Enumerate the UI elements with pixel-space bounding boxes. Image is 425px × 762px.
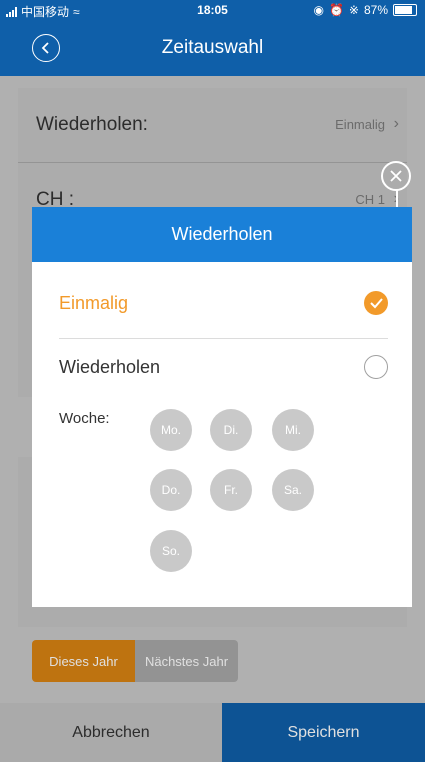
close-connector — [396, 190, 398, 207]
bluetooth-icon: ※ — [348, 3, 359, 17]
status-bar: 中国移动 ≈ 18:05 ◉ ⏰ ※ 87% — [0, 0, 425, 20]
day-button-do[interactable]: Do. — [150, 469, 192, 511]
option-once[interactable]: Einmalig — [59, 283, 388, 323]
day-button-sa[interactable]: Sa. — [272, 469, 314, 511]
page-title: Zeitauswahl — [161, 37, 264, 58]
status-right: ◉ ⏰ ※ 87% — [313, 3, 417, 17]
location-icon: ◉ — [313, 3, 324, 17]
day-button-mi[interactable]: Mi. — [272, 409, 314, 451]
check-icon — [370, 298, 383, 309]
close-icon — [390, 170, 402, 182]
battery-percent: 87% — [363, 3, 388, 17]
modal-title: Wiederholen — [32, 207, 412, 262]
battery-icon — [393, 4, 417, 16]
day-button-so[interactable]: So. — [150, 530, 192, 572]
radio-checked-icon — [364, 291, 388, 315]
option-label: Einmalig — [59, 292, 129, 313]
day-button-di[interactable]: Di. — [210, 409, 252, 451]
day-button-mo[interactable]: Mo. — [150, 409, 192, 451]
option-label: Wiederholen — [59, 356, 161, 377]
option-divider — [59, 338, 388, 339]
alarm-icon: ⏰ — [328, 3, 344, 17]
day-button-fr[interactable]: Fr. — [210, 469, 252, 511]
option-repeat[interactable]: Wiederholen — [59, 347, 388, 387]
close-button[interactable] — [381, 161, 411, 191]
week-label: Woche: — [59, 410, 110, 427]
radio-empty-icon — [364, 355, 388, 379]
nav-bar: Zeitauswahl — [0, 20, 425, 76]
repeat-modal: Wiederholen Einmalig Wiederholen Woche: … — [32, 207, 412, 607]
